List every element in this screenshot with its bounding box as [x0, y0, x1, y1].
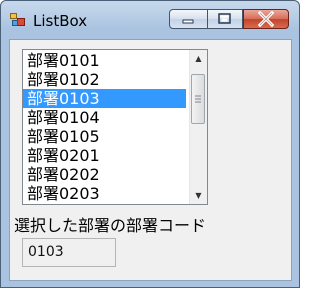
window-title: ListBox: [33, 12, 88, 30]
client-area: 部署0101 部署0102 部署0103 部署0104 部署0105 部署020…: [9, 39, 292, 281]
close-button[interactable]: [243, 9, 289, 29]
grip-icon: [195, 95, 201, 103]
department-code-label: 選択した部署の部署コード: [14, 216, 207, 235]
list-item[interactable]: 部署0104: [23, 108, 186, 127]
list-item-selected[interactable]: 部署0103: [23, 89, 186, 108]
scroll-down-arrow-icon[interactable]: ▼: [194, 191, 203, 200]
list-item[interactable]: 部署0202: [23, 165, 186, 184]
list-item[interactable]: 部署0201: [23, 146, 186, 165]
maximize-button[interactable]: [207, 9, 243, 29]
close-icon: [257, 10, 275, 28]
list-item[interactable]: 部署0101: [23, 51, 186, 70]
title-bar[interactable]: ListBox: [1, 1, 299, 35]
maximize-icon: [218, 13, 231, 24]
listbox-window: ListBox 部署0101 部署0102 部署0103 部署0104 部署01…: [0, 0, 300, 288]
minimize-icon: [182, 19, 194, 24]
vertical-scrollbar[interactable]: ▲ ▼: [189, 50, 207, 204]
app-icon: [10, 13, 25, 26]
department-list: 部署0101 部署0102 部署0103 部署0104 部署0105 部署020…: [23, 51, 186, 203]
scroll-thumb[interactable]: [191, 74, 205, 124]
minimize-button[interactable]: [169, 9, 208, 29]
list-item[interactable]: 部署0203: [23, 184, 186, 203]
list-item[interactable]: 部署0105: [23, 127, 186, 146]
list-item[interactable]: 部署0102: [23, 70, 186, 89]
department-listbox[interactable]: 部署0101 部署0102 部署0103 部署0104 部署0105 部署020…: [22, 49, 208, 205]
scroll-up-arrow-icon[interactable]: ▲: [194, 54, 203, 63]
department-code-field: 0103: [22, 238, 116, 267]
